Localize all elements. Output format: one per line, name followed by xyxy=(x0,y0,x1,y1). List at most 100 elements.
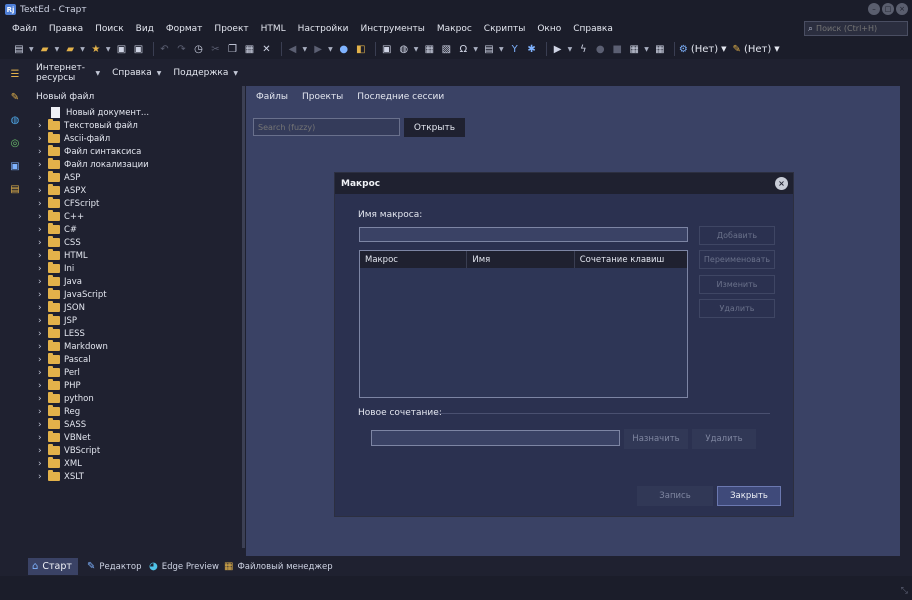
tree-item-folder[interactable]: › VBScript xyxy=(30,444,242,457)
tree-item-folder[interactable]: › CFScript xyxy=(30,197,242,210)
tree-item-folder[interactable]: › Ini xyxy=(30,262,242,275)
chevron-right-icon[interactable]: › xyxy=(38,225,48,235)
dialog-close-icon[interactable]: × xyxy=(775,177,788,190)
chevron-down-icon[interactable]: ▼ xyxy=(80,46,85,53)
tab-recent-sessions[interactable]: Последние сессии xyxy=(357,92,444,102)
chevron-right-icon[interactable]: › xyxy=(38,238,48,248)
edit-macro-button[interactable]: Изменить xyxy=(699,275,775,294)
chevron-right-icon[interactable]: › xyxy=(38,316,48,326)
star-icon[interactable]: ★ xyxy=(89,42,103,56)
chevron-right-icon[interactable]: › xyxy=(38,342,48,352)
search-input[interactable] xyxy=(816,24,902,33)
chevron-right-icon[interactable]: › xyxy=(38,355,48,365)
chevron-right-icon[interactable]: › xyxy=(38,368,48,378)
plugin-icon[interactable]: ✱ xyxy=(525,42,539,56)
save-all-icon[interactable]: ▣ xyxy=(132,42,146,56)
internet-resources-menu[interactable]: Интернет-ресурсы ▼ xyxy=(30,63,106,83)
menu-file[interactable]: Файл xyxy=(0,24,43,34)
chevron-right-icon[interactable]: › xyxy=(38,121,48,131)
chevron-down-icon[interactable]: ▼ xyxy=(644,46,649,53)
undo-icon[interactable]: ↶ xyxy=(158,42,172,56)
save-icon[interactable]: ▣ xyxy=(115,42,129,56)
tree-item-folder[interactable]: › ASP xyxy=(30,171,242,184)
menu-edit[interactable]: Правка xyxy=(43,24,89,34)
tab-projects[interactable]: Проекты xyxy=(302,92,343,102)
tree-item-folder[interactable]: › ASPX xyxy=(30,184,242,197)
resize-grip-icon[interactable]: ⤡ xyxy=(901,586,908,596)
copy-icon[interactable]: ❐ xyxy=(226,42,240,56)
delete-icon[interactable]: ✕ xyxy=(260,42,274,56)
tree-item-folder[interactable]: › XSLT xyxy=(30,470,242,483)
menu-format[interactable]: Формат xyxy=(160,24,209,34)
chevron-right-icon[interactable]: › xyxy=(38,394,48,404)
chevron-right-icon[interactable]: › xyxy=(38,303,48,313)
menu-view[interactable]: Вид xyxy=(130,24,160,34)
chevron-right-icon[interactable]: › xyxy=(38,186,48,196)
add-macro-button[interactable]: Добавить xyxy=(699,226,775,245)
stop-icon[interactable]: ■ xyxy=(610,42,624,56)
column-macro[interactable]: Макрос xyxy=(360,251,468,268)
tree-item-folder[interactable]: › python xyxy=(30,392,242,405)
tree-item-folder[interactable]: › Java xyxy=(30,275,242,288)
delete-shortcut-button[interactable]: Удалить xyxy=(692,429,756,449)
chevron-right-icon[interactable]: › xyxy=(38,264,48,274)
tree-item-folder[interactable]: › VBNet xyxy=(30,431,242,444)
grid-icon[interactable]: ▦ xyxy=(653,42,667,56)
tree-item-folder[interactable]: › JavaScript xyxy=(30,288,242,301)
record-icon[interactable]: ● xyxy=(593,42,607,56)
tree-item-folder[interactable]: › SASS xyxy=(30,418,242,431)
bottom-tab-editor[interactable]: ✎ Редактор xyxy=(83,558,146,575)
recent-icon[interactable]: ▰ xyxy=(63,42,77,56)
tree-item-folder[interactable]: › C# xyxy=(30,223,242,236)
tree-item-folder[interactable]: › HTML xyxy=(30,249,242,262)
chevron-down-icon[interactable]: ▼ xyxy=(55,46,60,53)
tree-item-new-document[interactable]: Новый документ... xyxy=(30,106,242,119)
tree-item-folder[interactable]: › Reg xyxy=(30,405,242,418)
tree-item-folder[interactable]: › Файл локализации xyxy=(30,158,242,171)
new-shortcut-input[interactable] xyxy=(371,430,620,446)
tree-item-folder[interactable]: › JSP xyxy=(30,314,242,327)
color-dropdown[interactable]: ✎ (Нет) ▼ xyxy=(733,44,780,55)
chevron-right-icon[interactable]: › xyxy=(38,290,48,300)
table-icon[interactable]: ▦ xyxy=(422,42,436,56)
history-icon[interactable]: ◷ xyxy=(192,42,206,56)
menu-macro[interactable]: Макрос xyxy=(431,24,478,34)
bottom-tab-file-manager[interactable]: ▦ Файловый менеджер xyxy=(220,558,337,575)
tree-item-folder[interactable]: › LESS xyxy=(30,327,242,340)
chevron-right-icon[interactable]: › xyxy=(38,134,48,144)
lightning-icon[interactable]: ϟ xyxy=(576,42,590,56)
chevron-right-icon[interactable]: › xyxy=(38,420,48,430)
record-button[interactable]: Запись xyxy=(637,486,713,506)
open-button[interactable]: Открыть xyxy=(404,118,465,137)
cut-icon[interactable]: ✂ xyxy=(209,42,223,56)
menu-scripts[interactable]: Скрипты xyxy=(478,24,532,34)
filter-icon[interactable]: Y xyxy=(508,42,522,56)
menu-project[interactable]: Проект xyxy=(208,24,254,34)
tree-item-folder[interactable]: › CSS xyxy=(30,236,242,249)
minimize-icon[interactable]: – xyxy=(868,3,880,15)
rename-macro-button[interactable]: Переименовать xyxy=(699,250,775,269)
chevron-right-icon[interactable]: › xyxy=(38,173,48,183)
menu-html[interactable]: HTML xyxy=(255,24,292,34)
back-icon[interactable]: ◀ xyxy=(286,42,300,56)
snippets-icon[interactable]: ✎ xyxy=(8,90,22,104)
chevron-right-icon[interactable]: › xyxy=(38,199,48,209)
delete-macro-button[interactable]: Удалить xyxy=(699,299,775,318)
replace-icon[interactable]: ◧ xyxy=(354,42,368,56)
tree-item-folder[interactable]: › XML xyxy=(30,457,242,470)
ftp-icon[interactable]: ▣ xyxy=(8,159,22,173)
chevron-right-icon[interactable]: › xyxy=(38,433,48,443)
forward-icon[interactable]: ▶ xyxy=(311,42,325,56)
help-menu[interactable]: Справка ▼ xyxy=(106,68,167,78)
chevron-right-icon[interactable]: › xyxy=(38,329,48,339)
chevron-right-icon[interactable]: › xyxy=(38,212,48,222)
chevron-down-icon[interactable]: ▼ xyxy=(414,46,419,53)
globe-icon[interactable]: ◍ xyxy=(397,42,411,56)
chevron-right-icon[interactable]: › xyxy=(38,251,48,261)
paste-icon[interactable]: ▦ xyxy=(243,42,257,56)
image-icon[interactable]: ▣ xyxy=(380,42,394,56)
syntax-dropdown[interactable]: ⚙ (Нет) ▼ xyxy=(679,44,727,55)
chevron-right-icon[interactable]: › xyxy=(38,160,48,170)
menu-tools[interactable]: Инструменты xyxy=(355,24,431,34)
chevron-right-icon[interactable]: › xyxy=(38,147,48,157)
